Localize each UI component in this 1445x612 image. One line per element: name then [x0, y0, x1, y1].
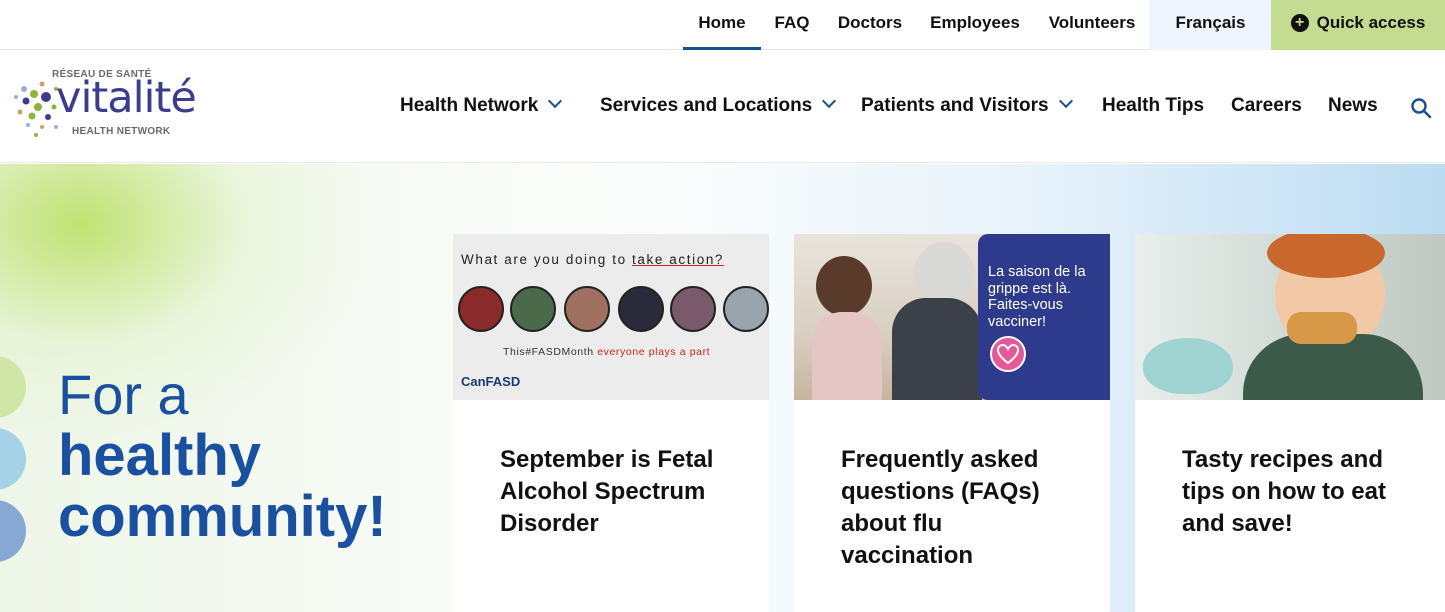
card-image-flu: La saison de la grippe est là. Faites-vo… — [794, 234, 1110, 400]
flu-panel-text: La saison de la grippe est là. Faites-vo… — [988, 264, 1086, 330]
news-card-fasd[interactable]: What are you doing to take action? This#… — [453, 234, 769, 612]
chevron-down-icon — [1058, 93, 1073, 109]
language-toggle[interactable]: Français — [1150, 0, 1271, 50]
top-link-faq[interactable]: FAQ — [768, 0, 816, 50]
nav-health-network-label: Health Network — [400, 95, 539, 116]
card-image-fasd: What are you doing to take action? This#… — [453, 234, 769, 400]
card-image-recipes — [1135, 234, 1445, 400]
utility-bar: Home FAQ Doctors Employees Volunteers Fr… — [0, 0, 1445, 50]
card-title[interactable]: September is Fetal Alcohol Spectrum Diso… — [500, 444, 740, 540]
nav-health-network[interactable]: Health Network — [400, 93, 563, 117]
grandmother-photo — [914, 242, 974, 304]
logo-sub-text: HEALTH NETWORK — [72, 126, 171, 137]
top-link-home[interactable]: Home — [683, 0, 761, 50]
tagline-prefix: This#FASDMonth — [503, 346, 598, 358]
hero-headline-line3: community! — [58, 484, 387, 549]
hero-headline: For a healthy community! — [58, 364, 387, 548]
nav-services-locations[interactable]: Services and Locations — [600, 93, 837, 117]
nav-health-tips[interactable]: Health Tips — [1102, 95, 1204, 117]
quick-access-button[interactable]: + Quick access — [1271, 0, 1445, 50]
nav-services-locations-label: Services and Locations — [600, 95, 813, 116]
card-title[interactable]: Tasty recipes and tips on how to eat and… — [1182, 444, 1422, 540]
question-emphasis: take action? — [632, 252, 725, 267]
canfasd-logo: CanFASD — [461, 374, 521, 389]
person-photo — [458, 286, 504, 332]
news-card-flu[interactable]: La saison de la grippe est là. Faites-vo… — [794, 234, 1110, 612]
hero-section: For a healthy community! What are you do… — [0, 164, 1445, 612]
person-photo — [510, 286, 556, 332]
top-link-doctors[interactable]: Doctors — [830, 0, 910, 50]
person-photo — [564, 286, 610, 332]
hero-headline-line1: For a — [58, 363, 189, 426]
news-card-recipes[interactable]: Tasty recipes and tips on how to eat and… — [1135, 234, 1445, 612]
card-title[interactable]: Frequently asked questions (FAQs) about … — [841, 444, 1081, 572]
nav-patients-visitors-label: Patients and Visitors — [861, 95, 1049, 116]
person-photo — [723, 286, 769, 332]
nav-careers[interactable]: Careers — [1231, 95, 1302, 117]
bowl-photo — [1143, 338, 1233, 394]
search-icon[interactable] — [1410, 97, 1432, 119]
nav-news[interactable]: News — [1328, 95, 1378, 117]
decorative-circle — [0, 428, 26, 490]
heart-icon — [990, 336, 1026, 372]
decorative-circle — [0, 356, 26, 418]
person-photo — [670, 286, 716, 332]
flu-message-panel: La saison de la grippe est là. Faites-vo… — [978, 234, 1110, 400]
card-image-tagline: This#FASDMonth everyone plays a part — [503, 346, 710, 358]
decorative-circle — [0, 500, 26, 562]
person-photo — [618, 286, 664, 332]
card-image-question: What are you doing to take action? — [461, 252, 724, 267]
nav-patients-visitors[interactable]: Patients and Visitors — [861, 93, 1073, 117]
logo-wordmark: vitalité — [56, 73, 197, 123]
grandmother-photo — [892, 298, 982, 400]
top-link-employees[interactable]: Employees — [923, 0, 1027, 50]
quick-access-label: Quick access — [1316, 13, 1426, 32]
hero-headline-line2: healthy — [58, 423, 262, 488]
main-navigation: RÉSEAU DE SANTÉ vitalité HEALTH NETWORK … — [0, 51, 1445, 163]
sandwich-photo — [1287, 312, 1357, 344]
chevron-down-icon — [548, 93, 563, 109]
site-logo[interactable]: RÉSEAU DE SANTÉ vitalité HEALTH NETWORK — [12, 67, 202, 145]
tagline-emphasis: everyone plays a part — [597, 346, 711, 358]
child-photo — [816, 256, 872, 316]
chevron-down-icon — [822, 93, 837, 109]
question-prefix: What are you doing to — [461, 252, 633, 267]
plus-circle-icon: + — [1290, 14, 1309, 32]
child-photo — [812, 312, 882, 400]
top-link-volunteers[interactable]: Volunteers — [1040, 0, 1144, 50]
